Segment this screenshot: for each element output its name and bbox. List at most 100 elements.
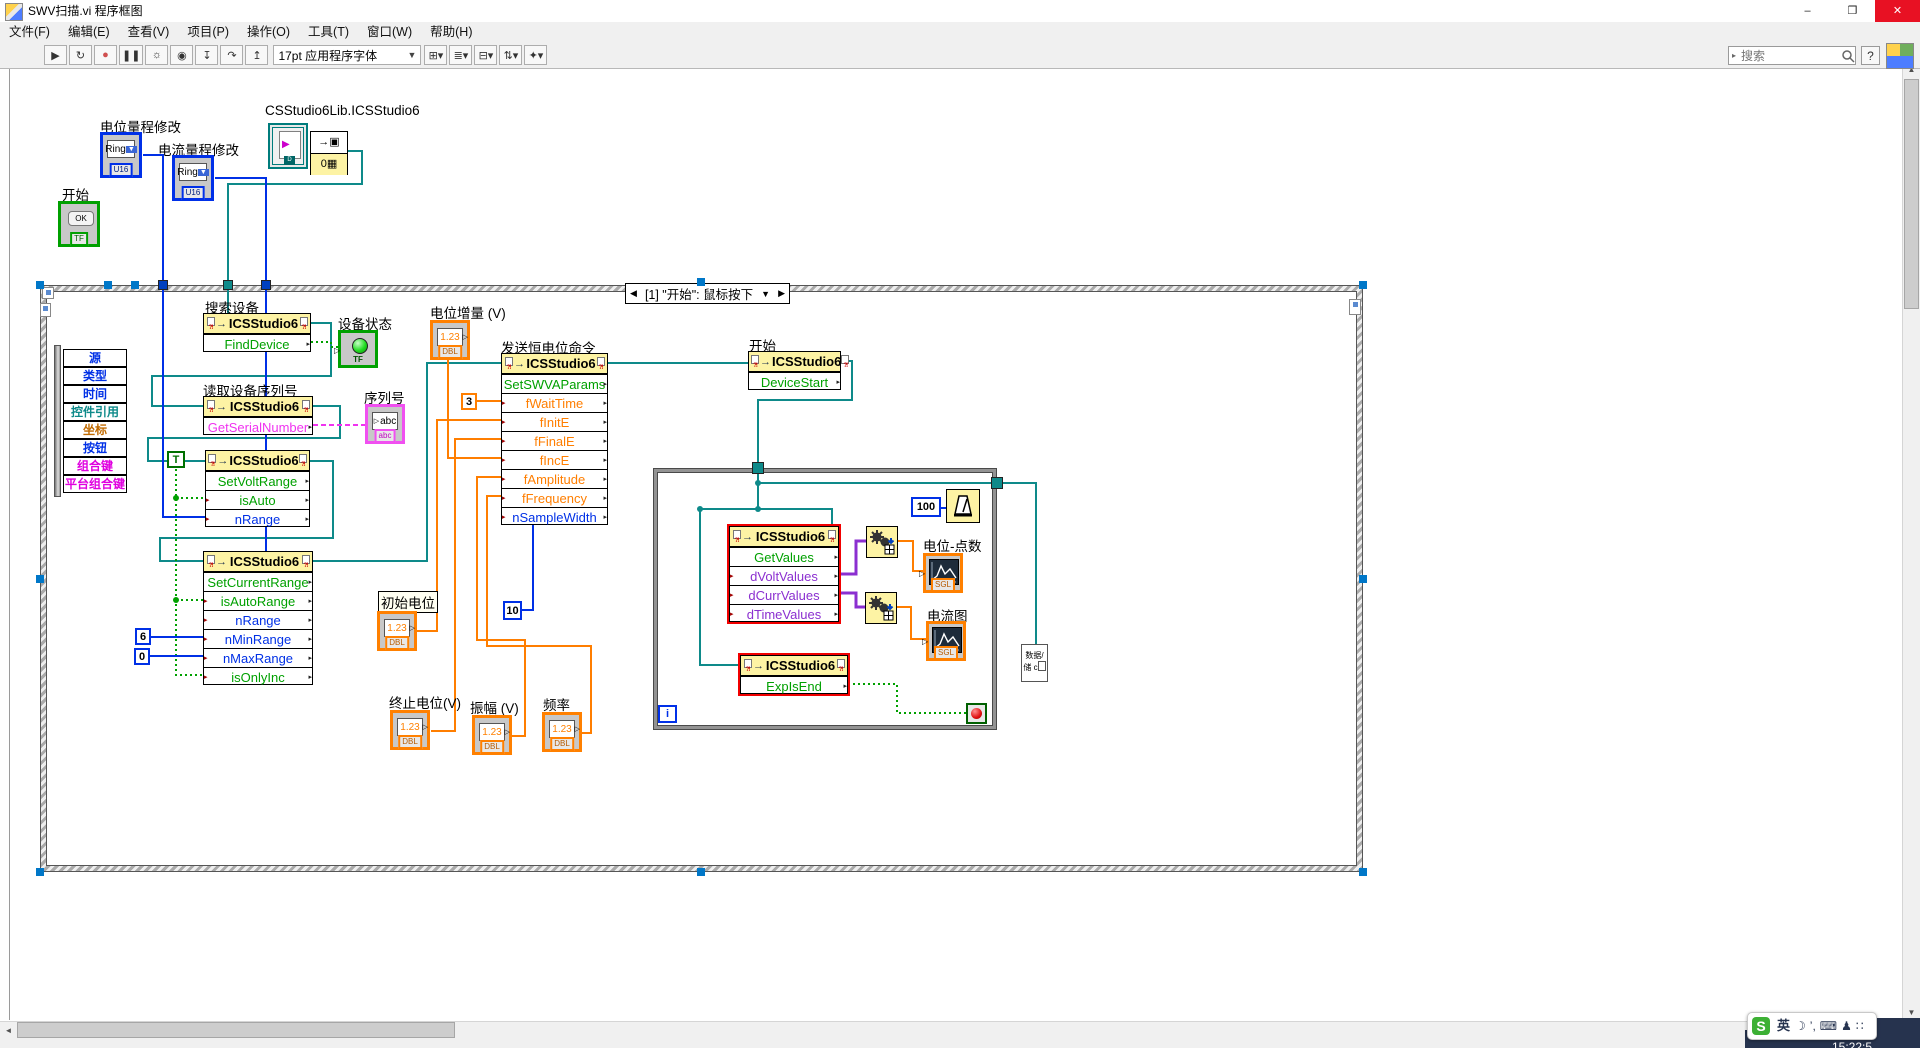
input-terminal-icon[interactable]: ▸ xyxy=(502,494,506,502)
ime-icon-4[interactable]: ∷ xyxy=(1856,1019,1864,1033)
serial-number-terminal[interactable]: ▷abcabc xyxy=(365,404,405,444)
device-status-led-terminal[interactable]: TF▷ xyxy=(338,330,378,368)
resize-objects-button[interactable]: ⊟▾ xyxy=(474,45,497,65)
final-potential-terminal[interactable]: 1.23▷DBL xyxy=(390,710,430,750)
input-terminal-icon[interactable]: ▸ xyxy=(502,399,506,407)
invoke-row-nSampleWidth[interactable]: ▸nSampleWidth▸ xyxy=(502,507,607,526)
variant-to-data-1[interactable] xyxy=(866,526,898,558)
run-continuous-button[interactable]: ↻ xyxy=(69,45,92,65)
invoke-exp-is-end[interactable]: ?!→ICSStudio6?!ExpIsEnd▸ xyxy=(740,655,848,694)
event-data-item[interactable]: 源 xyxy=(63,349,127,367)
const-6[interactable]: 6 xyxy=(135,628,151,645)
selection-handle[interactable] xyxy=(104,281,112,289)
invoke-row-GetSerialNumber[interactable]: GetSerialNumber▸ xyxy=(204,417,312,436)
amplitude-terminal[interactable]: 1.23▷DBL xyxy=(472,715,512,755)
menu-item-6[interactable]: 窗口(W) xyxy=(358,22,421,42)
output-terminal-icon[interactable]: ▸ xyxy=(603,437,607,445)
next-case-arrow[interactable]: ▶ xyxy=(774,288,789,299)
invoke-set-current-range[interactable]: ?!→ICSStudio6?!SetCurrentRange▸▸isAutoRa… xyxy=(203,551,313,685)
wire-tunnel[interactable] xyxy=(261,280,271,290)
menu-item-1[interactable]: 编辑(E) xyxy=(59,22,119,42)
output-terminal-icon[interactable]: ▸ xyxy=(308,578,312,586)
highlight-execution-button[interactable]: ☼ xyxy=(145,45,168,65)
scroll-left-arrow[interactable]: ◄ xyxy=(0,1022,17,1039)
current-range-ring-terminal[interactable]: Ring▼U16 xyxy=(172,155,214,201)
close-button[interactable]: ✕ xyxy=(1875,0,1920,22)
invoke-set-volt-range[interactable]: ?!→ICSStudio6?!SetVoltRange▸▸isAuto▸▸nRa… xyxy=(205,450,310,527)
const-0[interactable]: 0 xyxy=(134,648,150,665)
invoke-row-nRange[interactable]: ▸nRange▸ xyxy=(204,610,312,629)
icsstudio6-class-constant[interactable]: ▶D xyxy=(268,123,308,169)
output-terminal-icon[interactable]: ▸ xyxy=(603,399,607,407)
wire-tunnel[interactable] xyxy=(991,477,1003,489)
input-terminal-icon[interactable]: ▸ xyxy=(502,513,506,521)
case-dropdown-icon[interactable]: ▼ xyxy=(757,289,774,299)
input-terminal-icon[interactable]: ▸ xyxy=(204,616,208,624)
invoke-set-swva-params[interactable]: ?!→ICSStudio6?!SetSWVAParams▸▸fWaitTime▸… xyxy=(501,353,608,525)
numeric-value[interactable]: 1.23▷ xyxy=(479,723,505,741)
wire-tunnel[interactable] xyxy=(752,462,764,474)
context-help-icon[interactable] xyxy=(1886,43,1914,69)
event-data-item[interactable]: 组合键 xyxy=(63,457,127,475)
invoke-get-values[interactable]: ?!→ICSStudio6?!GetValues▸▸dVoltValues▸▸d… xyxy=(729,526,839,622)
output-terminal-icon[interactable]: ▸ xyxy=(305,496,309,504)
output-terminal-icon[interactable]: ▸ xyxy=(308,616,312,624)
invoke-get-serial-number[interactable]: ?!→ICSStudio6?!GetSerialNumber▸ xyxy=(203,396,313,435)
potential-points-chart-terminal[interactable]: ▷SGL xyxy=(923,553,963,593)
output-terminal-icon[interactable]: ▸ xyxy=(305,477,309,485)
event-data-item[interactable]: 按钮 xyxy=(63,439,127,457)
selection-handle[interactable] xyxy=(36,281,44,289)
event-selector-label[interactable]: ◀[1] "开始": 鼠标按下▼▶ xyxy=(625,283,790,304)
step-into-button[interactable]: ↧ xyxy=(195,45,218,65)
class-cast-node[interactable]: →▣0▦ xyxy=(310,131,348,175)
output-terminal-icon[interactable]: ▸ xyxy=(308,597,312,605)
loop-iteration-terminal[interactable]: i xyxy=(658,705,677,723)
invoke-row-GetValues[interactable]: GetValues▸ xyxy=(730,547,838,566)
output-terminal-icon[interactable]: ▸ xyxy=(603,380,607,388)
output-terminal-icon[interactable]: ▸ xyxy=(603,456,607,464)
input-terminal-icon[interactable]: ▸ xyxy=(502,456,506,464)
step-over-button[interactable]: ↷ xyxy=(220,45,243,65)
output-terminal-icon[interactable]: ▸ xyxy=(834,572,838,580)
output-terminal-icon[interactable]: ▸ xyxy=(308,423,312,431)
chevron-down-icon[interactable]: ▼ xyxy=(126,146,137,153)
vertical-scrollbar[interactable]: ▲ ▼ xyxy=(1902,61,1920,1021)
pause-button[interactable]: ❚❚ xyxy=(119,45,143,65)
invoke-row-DeviceStart[interactable]: DeviceStart▸ xyxy=(749,372,840,391)
event-data-item[interactable]: 控件引用 xyxy=(63,403,127,421)
event-data-item[interactable]: 时间 xyxy=(63,385,127,403)
invoke-row-nRange[interactable]: ▸nRange▸ xyxy=(206,509,309,528)
invoke-row-ExpIsEnd[interactable]: ExpIsEnd▸ xyxy=(741,676,847,695)
event-data-item[interactable]: 平台组合键 xyxy=(63,475,127,493)
potential-increment-terminal[interactable]: 1.23▷DBL xyxy=(430,320,470,360)
input-terminal-icon[interactable]: ▸ xyxy=(502,437,506,445)
run-button[interactable]: ▶ xyxy=(44,45,67,65)
invoke-row-fInitE[interactable]: ▸fInitE▸ xyxy=(502,412,607,431)
invoke-row-dTimeValues[interactable]: ▸dTimeValues▸ xyxy=(730,604,838,623)
const-3[interactable]: 3 xyxy=(461,393,477,410)
invoke-row-isOnlyInc[interactable]: ▸isOnlyInc▸ xyxy=(204,667,312,686)
const-10[interactable]: 10 xyxy=(503,601,522,620)
invoke-row-fWaitTime[interactable]: ▸fWaitTime▸ xyxy=(502,393,607,412)
wait-ms-function[interactable] xyxy=(946,489,980,523)
wire-tunnel[interactable] xyxy=(223,280,233,290)
invoke-row-fIncE[interactable]: ▸fIncE▸ xyxy=(502,450,607,469)
string-value[interactable]: ▷abc xyxy=(372,412,398,430)
invoke-row-FindDevice[interactable]: FindDevice▸ xyxy=(204,334,310,353)
horizontal-scrollbar[interactable]: ◄ ► xyxy=(0,1021,1903,1039)
prev-case-arrow[interactable]: ◀ xyxy=(626,288,641,299)
distribute-objects-button[interactable]: ≣▾ xyxy=(449,45,472,65)
search-input[interactable] xyxy=(1739,48,1841,64)
abort-button[interactable]: ● xyxy=(94,45,117,65)
output-terminal-icon[interactable]: ▸ xyxy=(834,610,838,618)
const-100[interactable]: 100 xyxy=(911,497,941,517)
selection-handle[interactable] xyxy=(697,278,705,286)
volt-range-ring-terminal[interactable]: Ring▼U16 xyxy=(100,132,142,178)
selection-handle[interactable] xyxy=(36,575,44,583)
true-constant[interactable]: T xyxy=(167,451,185,468)
selection-handle[interactable] xyxy=(1359,575,1367,583)
numeric-value[interactable]: 1.23▷ xyxy=(549,720,575,738)
menu-item-2[interactable]: 查看(V) xyxy=(119,22,179,42)
input-terminal-icon[interactable]: ▸ xyxy=(206,496,210,504)
align-objects-button[interactable]: ⊞▾ xyxy=(424,45,447,65)
